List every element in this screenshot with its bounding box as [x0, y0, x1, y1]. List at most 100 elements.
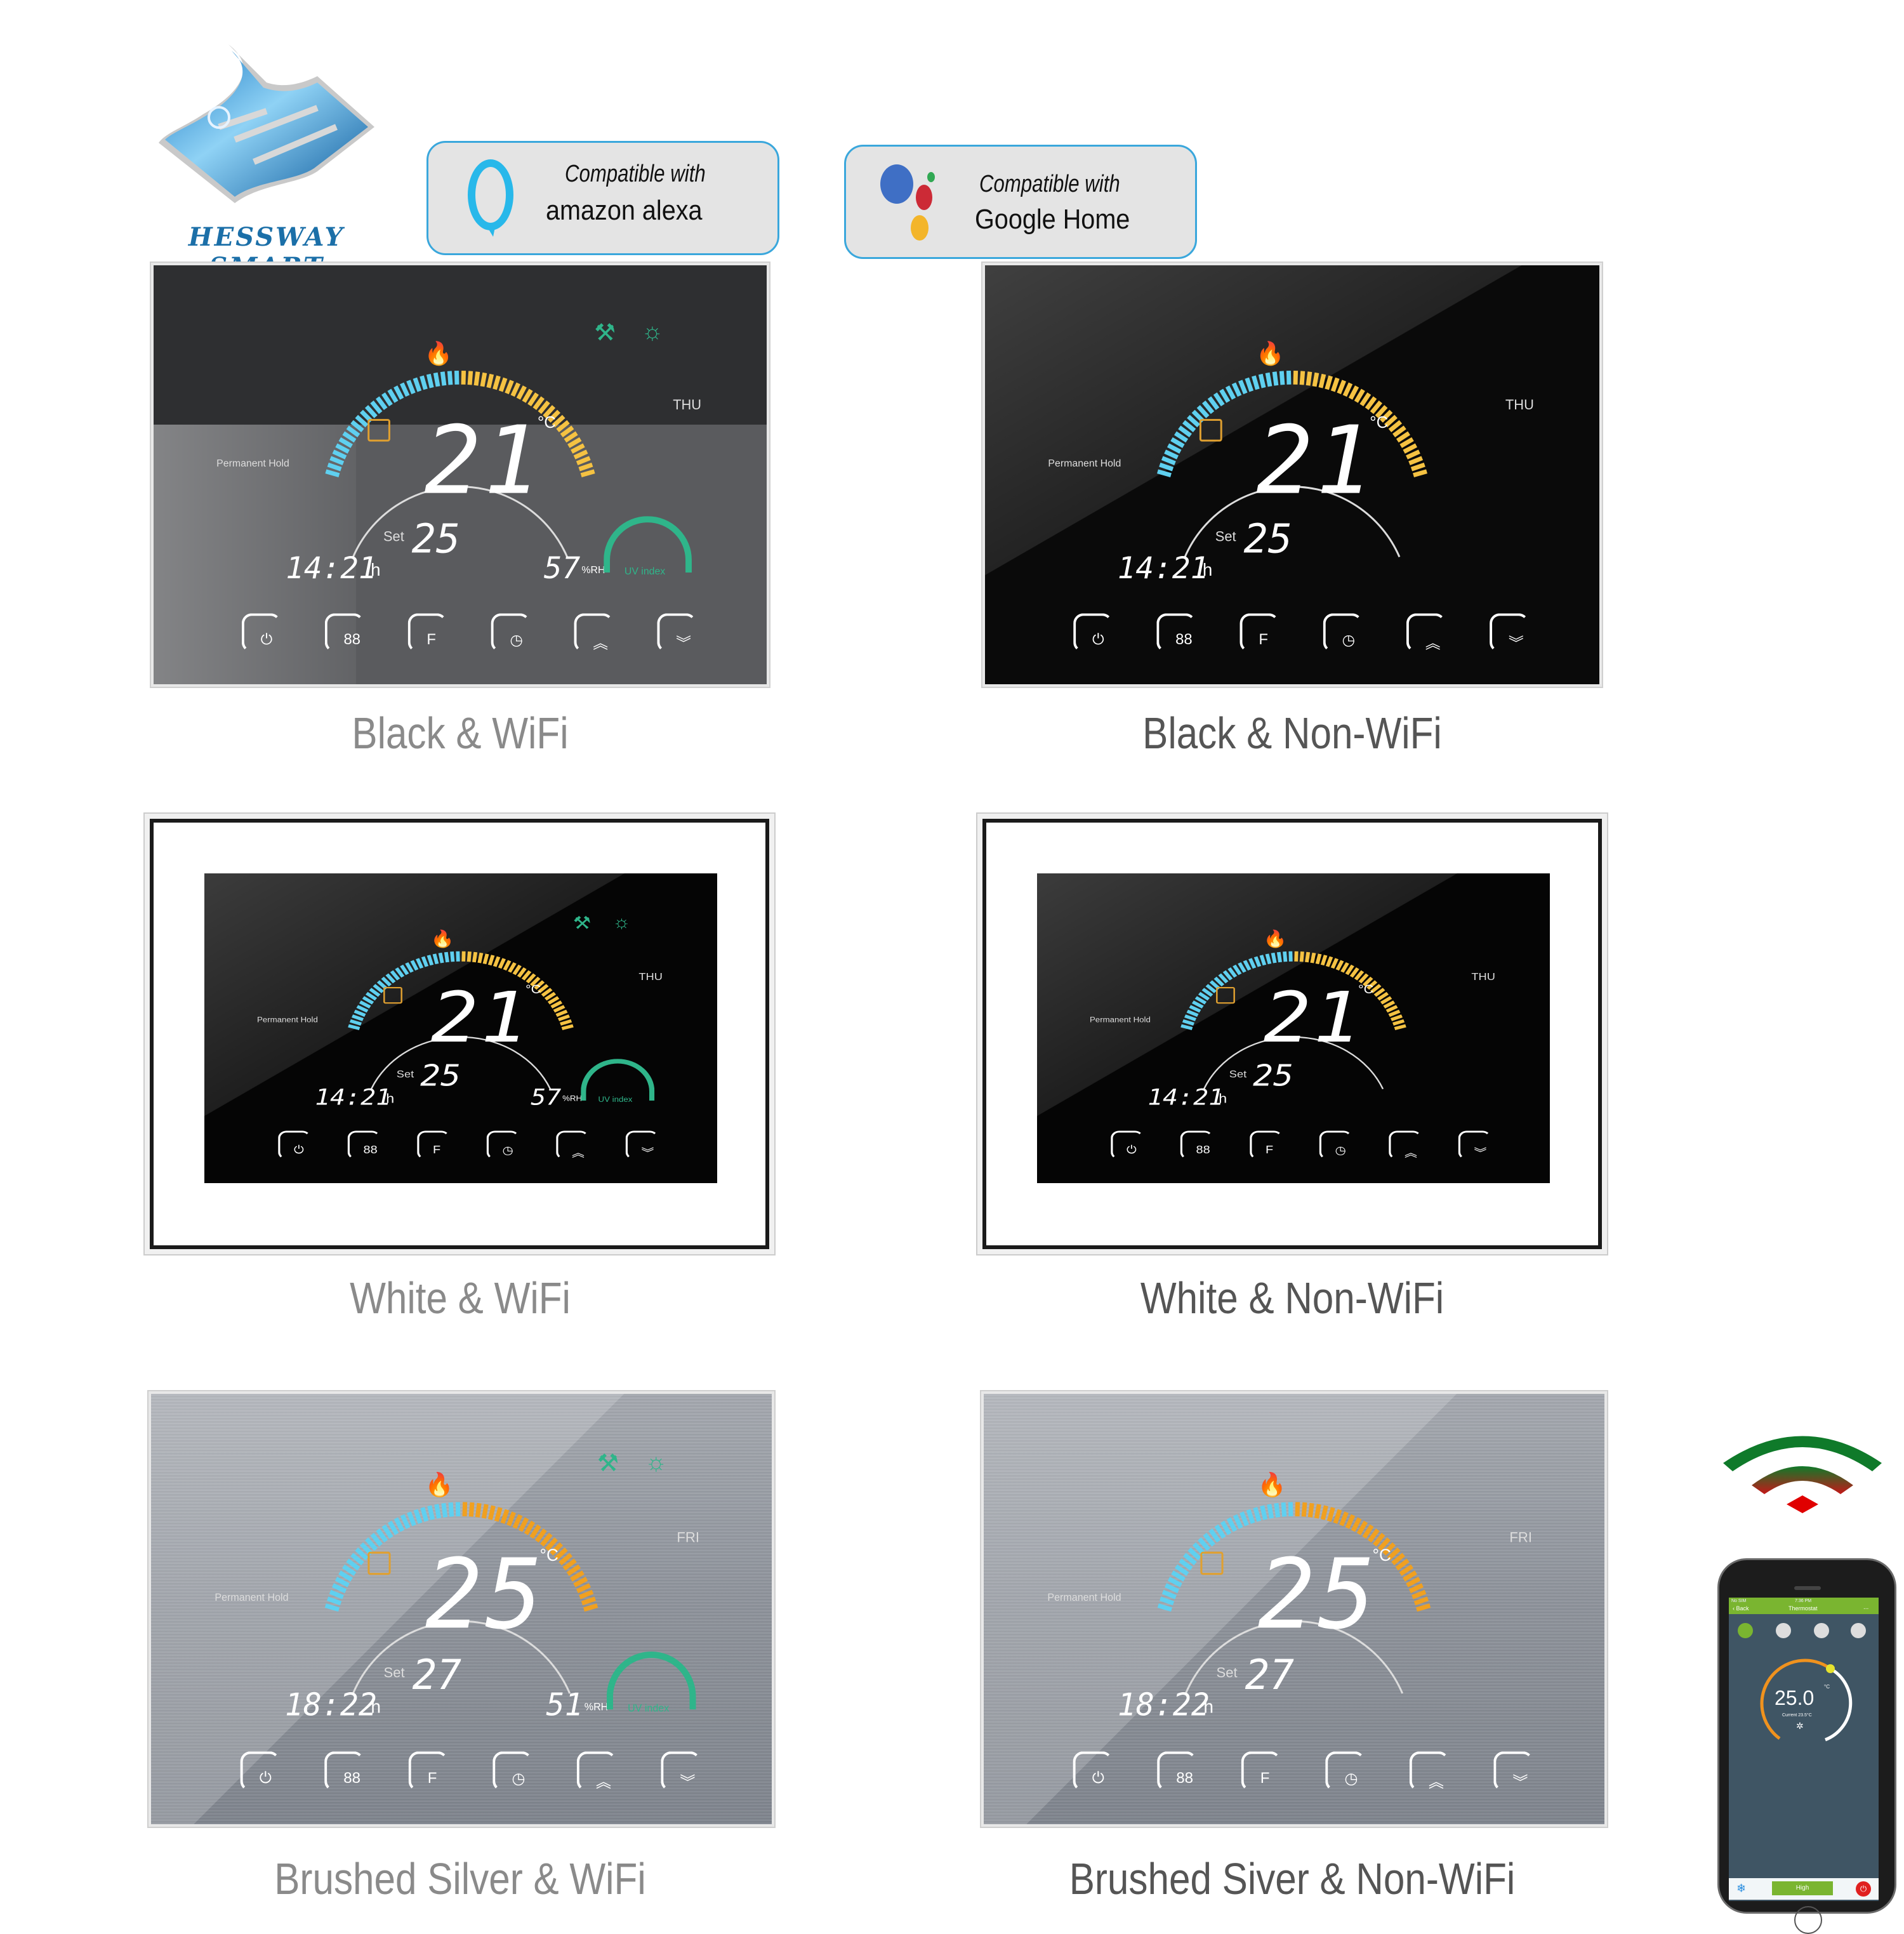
power-touch-button[interactable]: ⏻ — [241, 1751, 280, 1791]
chevron-down-double-icon: ︾ — [1512, 1770, 1528, 1792]
mode-touch-button[interactable]: 88 — [348, 1130, 380, 1159]
mode-touch-button[interactable]: 88 — [325, 613, 364, 652]
schedule-touch-button[interactable]: ◷ — [1323, 613, 1363, 652]
lock-icon[interactable] — [1851, 1623, 1866, 1638]
arc-tick — [1409, 458, 1422, 463]
arc-tick — [1407, 452, 1420, 458]
up-touch-button[interactable]: ︽ — [1389, 1130, 1421, 1159]
arc-tick — [360, 1002, 370, 1007]
up-touch-button[interactable]: ︽ — [556, 1130, 588, 1159]
arc-tick — [1273, 953, 1275, 963]
thermostat-screen: 🔥21°CSet25Permanent Hold14:21hTHU57%RHUV… — [204, 873, 717, 1183]
mode-touch-button[interactable]: 88 — [1156, 613, 1196, 652]
wind-turbine-icon: ⚒ — [573, 913, 591, 934]
up-touch-button[interactable]: ︽ — [577, 1751, 616, 1791]
back-button[interactable]: ‹ Back — [1733, 1605, 1749, 1612]
fan-touch-button[interactable]: F — [1250, 1130, 1282, 1159]
flame-heating-icon: 🔥 — [431, 929, 454, 949]
arc-tick — [444, 1503, 446, 1517]
arc-tick — [408, 381, 413, 394]
flame-heating-icon: 🔥 — [1264, 929, 1287, 949]
schedule-touch-button[interactable]: ◷ — [487, 1130, 519, 1159]
mode-touch-button[interactable]: 88 — [324, 1751, 364, 1791]
up-touch-button[interactable]: ︽ — [1410, 1751, 1449, 1791]
arc-tick — [1235, 1515, 1241, 1528]
down-touch-button[interactable]: ︾ — [1493, 1751, 1533, 1791]
power-touch-button[interactable]: ⏻ — [1073, 613, 1113, 652]
arc-tick — [490, 1506, 493, 1520]
power-touch-button[interactable]: ⏻ — [1111, 1130, 1143, 1159]
arc-tick — [581, 472, 595, 475]
arc-tick — [1317, 954, 1319, 964]
mode-touch-button[interactable]: 88 — [1180, 1130, 1213, 1159]
more-menu-button[interactable]: ... — [1863, 1604, 1868, 1611]
fan-touch-button[interactable]: F — [409, 1751, 448, 1791]
hand-manual-icon[interactable] — [1738, 1623, 1753, 1638]
schedule-touch-button[interactable]: ◷ — [493, 1751, 532, 1791]
fan-speed-button[interactable]: High — [1772, 1881, 1833, 1895]
home-button[interactable] — [1794, 1906, 1822, 1934]
arc-tick — [579, 1592, 593, 1597]
arc-tick — [440, 953, 442, 963]
lcd-display: 🔥21°CSet25Permanent Hold14:21hTHU⏻88F◷︽︾ — [1037, 873, 1550, 1183]
schedule-touch-button[interactable]: ◷ — [491, 613, 530, 652]
status-carrier: No SIM — [1731, 1599, 1746, 1603]
power-icon: ⏻ — [1092, 631, 1104, 649]
dial-handle[interactable] — [1826, 1664, 1835, 1673]
fan-touch-button[interactable]: F — [1240, 613, 1279, 652]
fan-touch-button[interactable]: F — [417, 1130, 449, 1159]
up-touch-button[interactable]: ︽ — [1406, 613, 1446, 652]
chevron-up-double-icon: ︽ — [593, 631, 608, 653]
power-touch-button[interactable]: ⏻ — [278, 1130, 310, 1159]
arc-tick — [395, 387, 402, 399]
time-suffix: h — [371, 560, 380, 580]
arc-tick — [1335, 1510, 1340, 1523]
temperature-unit: °C — [1370, 413, 1388, 432]
weekday: FRI — [677, 1529, 699, 1546]
arc-tick — [1241, 1513, 1246, 1526]
arc-tick — [1267, 954, 1269, 964]
mode-touch-button[interactable]: 88 — [1157, 1751, 1196, 1791]
arc-tick — [1183, 1021, 1194, 1024]
up-touch-button[interactable]: ︽ — [574, 613, 613, 652]
schedule-touch-button[interactable]: ◷ — [1319, 1130, 1352, 1159]
arc-tick — [1304, 1502, 1305, 1516]
arc-tick — [569, 439, 581, 446]
thermostat-screen: 🔥21°CSet25Permanent Hold14:21hTHU⏻88F◷︽︾ — [1037, 873, 1550, 1183]
power-touch-button[interactable]: ⏻ — [1073, 1751, 1113, 1791]
down-touch-button[interactable]: ︾ — [626, 1130, 658, 1159]
snowflake-cool-icon[interactable]: ❄ — [1736, 1882, 1746, 1895]
arc-tick — [1302, 371, 1303, 385]
chevron-up-double-icon: ︽ — [1429, 1770, 1444, 1792]
mode-88-icon: 88 — [1176, 1770, 1193, 1787]
home-program-icon[interactable] — [1776, 1623, 1791, 1638]
arc-tick — [1356, 390, 1363, 402]
thermostat-screen: 🔥25°CSet27Permanent Hold18:22hFRI51%RHUV… — [151, 1394, 772, 1824]
arc-tick — [407, 963, 412, 972]
arc-tick — [330, 1592, 343, 1597]
down-touch-button[interactable]: ︾ — [1490, 613, 1529, 652]
arc-tick — [501, 378, 505, 392]
fan-touch-button[interactable]: F — [1241, 1751, 1281, 1791]
hold-mode-label: Permanent Hold — [257, 1016, 318, 1024]
schedule-touch-button[interactable]: ◷ — [1325, 1751, 1365, 1791]
down-touch-button[interactable]: ︾ — [661, 1751, 700, 1791]
arc-tick — [1321, 374, 1324, 388]
thermostat-panel-white-wifi: 🔥21°CSet25Permanent Hold14:21hTHU57%RHUV… — [150, 819, 769, 1249]
leaf-eco-icon[interactable] — [1814, 1623, 1829, 1638]
power-button[interactable]: ⏻ — [1856, 1881, 1871, 1897]
app-title: Thermostat — [1788, 1605, 1818, 1612]
arc-tick — [1347, 1515, 1353, 1528]
arc-tick — [1413, 472, 1427, 475]
down-touch-button[interactable]: ︾ — [1458, 1130, 1491, 1159]
fan-f-icon: F — [1259, 631, 1268, 649]
arc-tick — [490, 955, 493, 965]
chevron-down-double-icon: ︾ — [680, 1770, 695, 1792]
down-touch-button[interactable]: ︾ — [657, 613, 696, 652]
clock-icon: ◷ — [1344, 1770, 1358, 1788]
arc-tick — [328, 465, 341, 469]
arc-tick — [1276, 1503, 1278, 1517]
thermostat-screen: 🔥21°CSet25Permanent Hold14:21hTHU⏻88F◷︽︾ — [985, 265, 1599, 684]
power-touch-button[interactable]: ⏻ — [242, 613, 281, 652]
fan-touch-button[interactable]: F — [408, 613, 447, 652]
